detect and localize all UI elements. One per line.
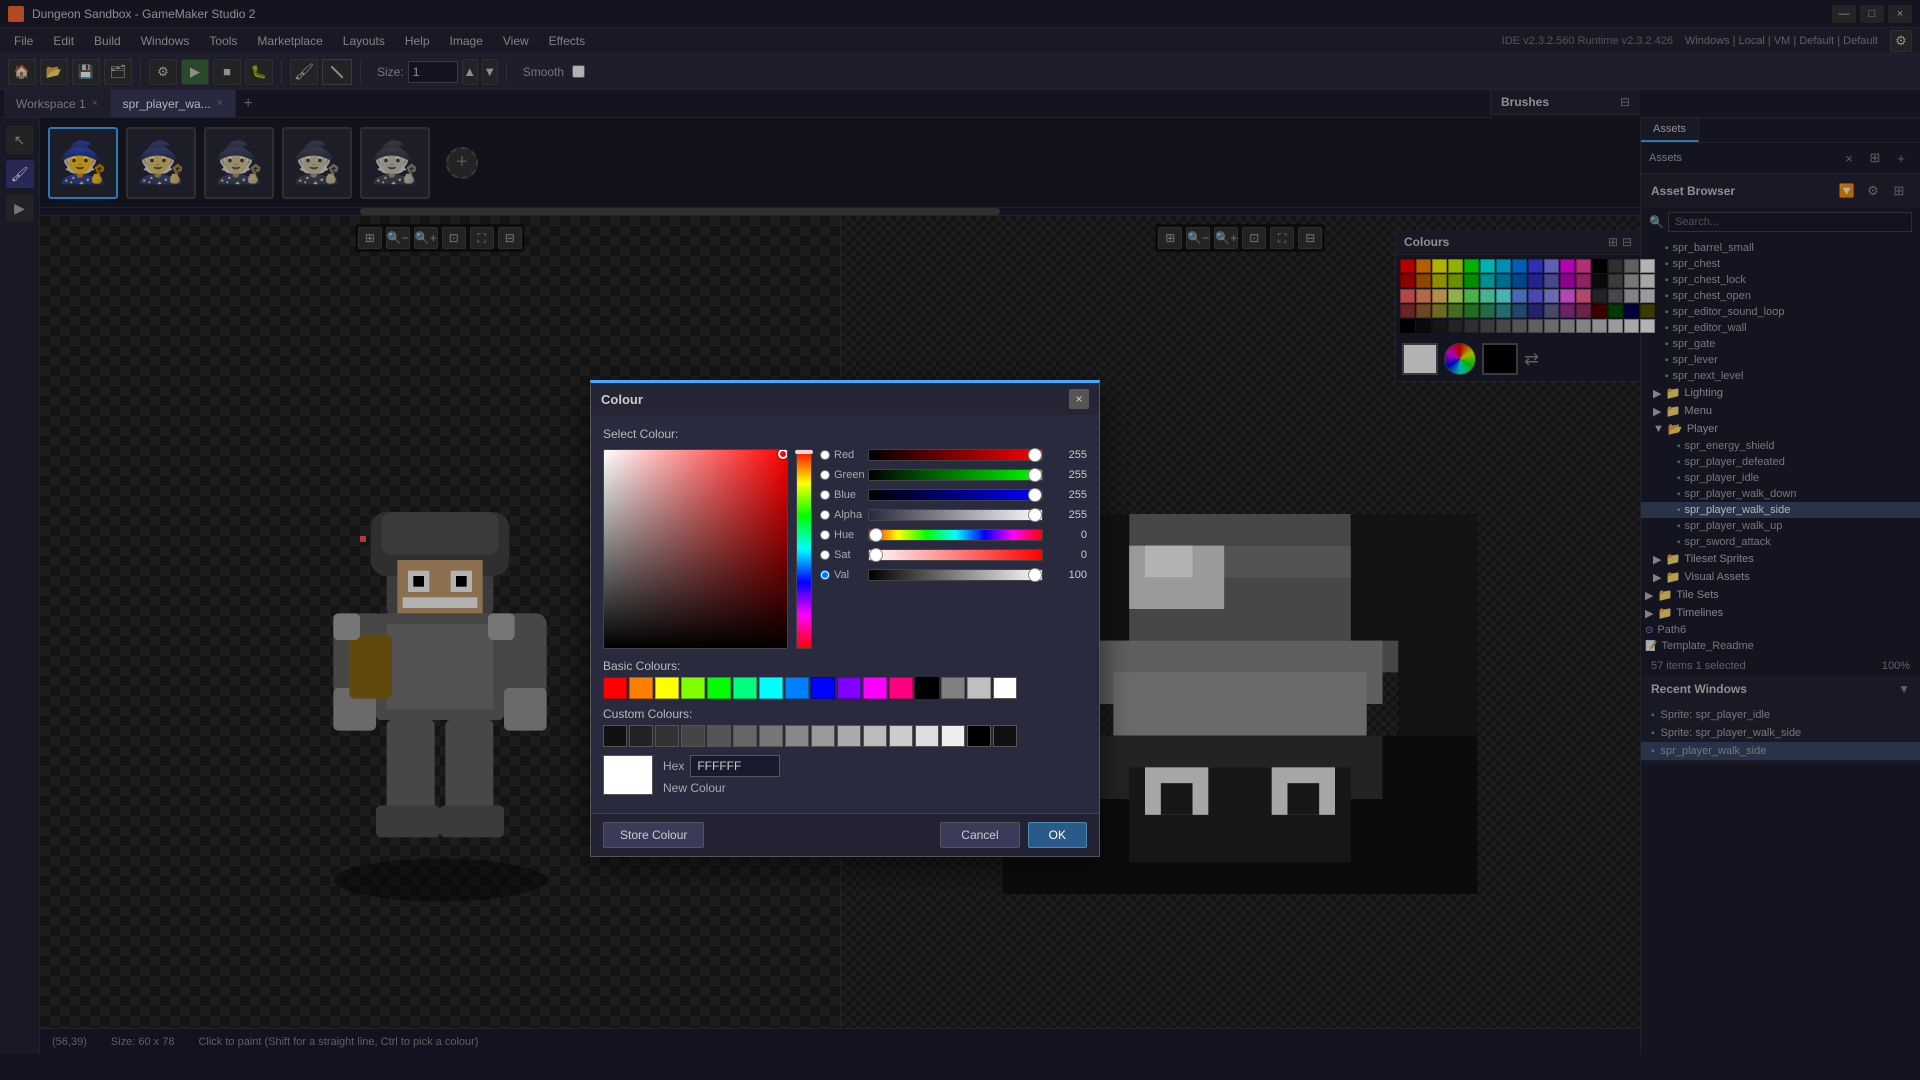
hue-slider-ctrl[interactable] <box>868 529 1043 541</box>
val-radio[interactable] <box>820 570 830 580</box>
green-label: Green <box>820 469 860 481</box>
basic-colour-8[interactable] <box>785 677 809 699</box>
blue-radio[interactable] <box>820 490 830 500</box>
custom-colour-7[interactable] <box>759 725 783 747</box>
colour-dialog-close-button[interactable]: × <box>1069 389 1089 409</box>
sat-radio[interactable] <box>820 550 830 560</box>
basic-colour-2[interactable] <box>629 677 653 699</box>
colour-dialog-header[interactable]: Colour × <box>591 383 1099 415</box>
basic-colour-6[interactable] <box>733 677 757 699</box>
red-slider[interactable] <box>868 449 1043 461</box>
hue-cursor <box>795 450 813 454</box>
val-row: Val 100 <box>820 569 1087 581</box>
colour-picker-area: Red 255 Green 255 Blue <box>603 449 1087 649</box>
hue-label: Hue <box>820 529 860 541</box>
custom-colour-13[interactable] <box>915 725 939 747</box>
red-row: Red 255 <box>820 449 1087 461</box>
alpha-row: Alpha 255 <box>820 509 1087 521</box>
rgb-sliders: Red 255 Green 255 Blue <box>820 449 1087 649</box>
sat-slider[interactable] <box>868 549 1043 561</box>
hex-row: Hex <box>663 755 780 777</box>
select-colour-label: Select Colour: <box>603 427 1087 441</box>
colour-dialog-title: Colour <box>601 392 643 407</box>
sat-row: Sat 0 <box>820 549 1087 561</box>
custom-colour-4[interactable] <box>681 725 705 747</box>
val-value: 100 <box>1051 569 1087 581</box>
red-radio[interactable] <box>820 450 830 460</box>
basic-colour-4[interactable] <box>681 677 705 699</box>
ok-button[interactable]: OK <box>1028 822 1087 848</box>
custom-colour-1[interactable] <box>603 725 627 747</box>
hue-row: Hue 0 <box>820 529 1087 541</box>
green-radio[interactable] <box>820 470 830 480</box>
store-colour-button[interactable]: Store Colour <box>603 822 704 848</box>
basic-colours-grid <box>603 677 1087 699</box>
custom-colours-label: Custom Colours: <box>603 707 1087 721</box>
val-slider[interactable] <box>868 569 1043 581</box>
basic-colour-16[interactable] <box>993 677 1017 699</box>
custom-colour-15[interactable] <box>967 725 991 747</box>
basic-colour-5[interactable] <box>707 677 731 699</box>
new-colour-swatch[interactable] <box>603 755 653 795</box>
new-colour-row: New Colour <box>663 781 780 795</box>
basic-colour-11[interactable] <box>863 677 887 699</box>
blue-row: Blue 255 <box>820 489 1087 501</box>
alpha-radio[interactable] <box>820 510 830 520</box>
custom-colour-2[interactable] <box>629 725 653 747</box>
hex-container: Hex New Colour <box>663 755 780 795</box>
alpha-slider[interactable] <box>868 509 1043 521</box>
custom-colour-9[interactable] <box>811 725 835 747</box>
custom-colour-14[interactable] <box>941 725 965 747</box>
red-value: 255 <box>1051 449 1087 461</box>
custom-colour-12[interactable] <box>889 725 913 747</box>
red-label: Red <box>820 449 860 461</box>
hex-new-colour-row: Hex New Colour <box>603 755 1087 795</box>
alpha-value: 255 <box>1051 509 1087 521</box>
new-colour-label: New Colour <box>663 781 726 795</box>
basic-colour-14[interactable] <box>941 677 965 699</box>
basic-colour-9[interactable] <box>811 677 835 699</box>
colour-dialog-body: Select Colour: Red <box>591 415 1099 813</box>
basic-colour-7[interactable] <box>759 677 783 699</box>
green-row: Green 255 <box>820 469 1087 481</box>
basic-colour-12[interactable] <box>889 677 913 699</box>
sat-value: 0 <box>1051 549 1087 561</box>
hex-input[interactable] <box>690 755 780 777</box>
hex-label: Hex <box>663 759 684 773</box>
blue-value: 255 <box>1051 489 1087 501</box>
green-value: 255 <box>1051 469 1087 481</box>
custom-colour-10[interactable] <box>837 725 861 747</box>
sat-label: Sat <box>820 549 860 561</box>
blue-label: Blue <box>820 489 860 501</box>
basic-colour-15[interactable] <box>967 677 991 699</box>
basic-colour-3[interactable] <box>655 677 679 699</box>
basic-colour-13[interactable] <box>915 677 939 699</box>
gradient-container <box>603 449 788 649</box>
colour-dialog: Colour × Select Colour: <box>590 380 1100 857</box>
val-label: Val <box>820 569 860 581</box>
custom-colours-grid <box>603 725 1087 747</box>
custom-colour-6[interactable] <box>733 725 757 747</box>
hue-value: 0 <box>1051 529 1087 541</box>
cancel-button[interactable]: Cancel <box>940 822 1019 848</box>
alpha-label: Alpha <box>820 509 860 521</box>
colour-gradient[interactable] <box>603 449 788 649</box>
custom-colour-16[interactable] <box>993 725 1017 747</box>
custom-colour-3[interactable] <box>655 725 679 747</box>
hue-bar[interactable] <box>796 449 812 649</box>
custom-colour-8[interactable] <box>785 725 809 747</box>
custom-colour-11[interactable] <box>863 725 887 747</box>
basic-colour-1[interactable] <box>603 677 627 699</box>
blue-slider[interactable] <box>868 489 1043 501</box>
basic-colours-label: Basic Colours: <box>603 659 1087 673</box>
custom-colour-5[interactable] <box>707 725 731 747</box>
basic-colour-10[interactable] <box>837 677 861 699</box>
green-slider[interactable] <box>868 469 1043 481</box>
colour-dialog-buttons: Store Colour Cancel OK <box>591 813 1099 856</box>
hue-radio[interactable] <box>820 530 830 540</box>
